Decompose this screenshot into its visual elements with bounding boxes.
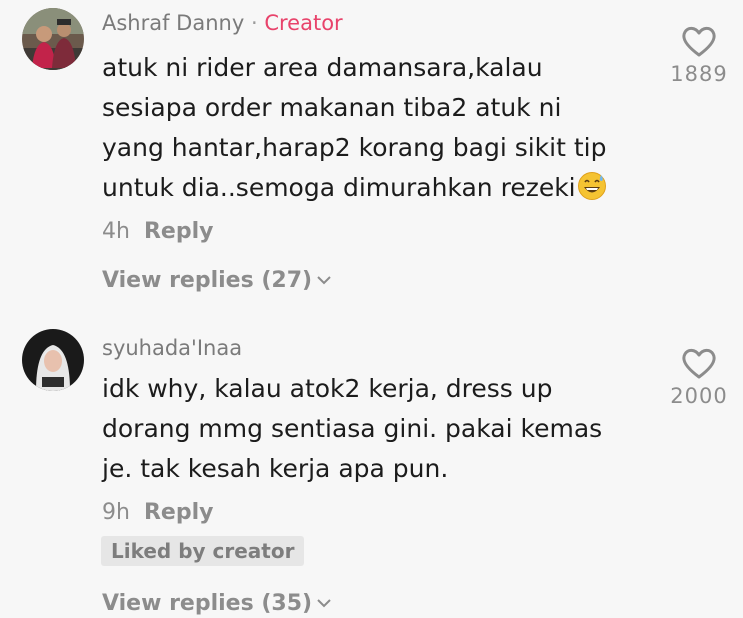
liked-by-creator-badge: Liked by creator [101, 536, 305, 566]
comment-header: Ashraf Danny · Creator [102, 10, 343, 36]
avatar[interactable] [22, 8, 84, 70]
comment-item: Ashraf Danny · Creator atuk ni rider are… [0, 0, 743, 310]
heart-icon [682, 26, 716, 57]
separator: · [250, 11, 258, 35]
creator-badge: Creator [264, 11, 343, 35]
timestamp: 4h [102, 219, 130, 244]
chevron-down-icon [317, 276, 331, 285]
heart-icon [682, 348, 716, 379]
like-button[interactable]: 2000 [664, 346, 734, 408]
reply-button[interactable]: Reply [144, 219, 214, 244]
view-replies-label: View replies (27) [102, 268, 313, 293]
username[interactable]: syuhada'Inaa [102, 336, 242, 360]
reply-button[interactable]: Reply [144, 500, 214, 525]
like-count: 1889 [670, 62, 728, 86]
grinning-sweat-emoji-icon [577, 172, 606, 200]
timestamp: 9h [102, 500, 130, 525]
comment-text: idk why, kalau atok2 kerja, dress up dor… [102, 374, 603, 483]
comment-text: atuk ni rider area damansara,kalau sesia… [102, 53, 607, 202]
comment-meta: 4h Reply [102, 218, 213, 246]
like-button[interactable]: 1889 [664, 24, 734, 86]
view-replies-label: View replies (35) [102, 591, 313, 616]
like-count: 2000 [670, 384, 728, 408]
comment-item: syuhada'Inaa idk why, kalau atok2 kerja,… [0, 310, 743, 617]
username[interactable]: Ashraf Danny [102, 11, 244, 35]
comment-header: syuhada'Inaa [102, 335, 242, 361]
view-replies-button[interactable]: View replies (35) [102, 590, 332, 618]
avatar[interactable] [22, 329, 84, 391]
comment-meta: 9h Reply [102, 499, 213, 527]
chevron-down-icon [317, 599, 331, 608]
comment-text-container: atuk ni rider area damansara,kalau sesia… [102, 48, 662, 208]
view-replies-button[interactable]: View replies (27) [102, 267, 332, 295]
